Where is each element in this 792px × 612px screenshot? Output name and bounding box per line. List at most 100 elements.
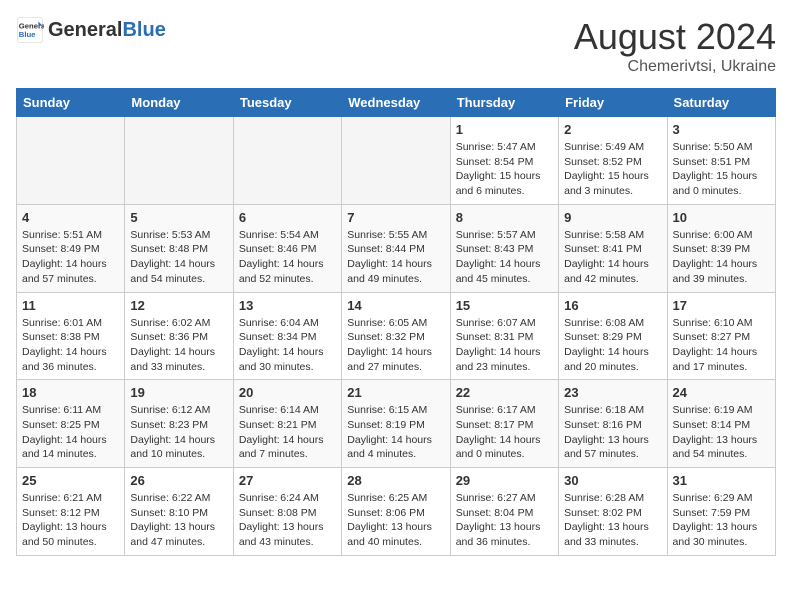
day-number: 2 [564, 122, 661, 137]
day-number: 26 [130, 473, 227, 488]
calendar-cell [17, 117, 125, 205]
weekday-header-monday: Monday [125, 89, 233, 117]
day-info: Sunrise: 6:27 AM Sunset: 8:04 PM Dayligh… [456, 491, 553, 550]
calendar-table: SundayMondayTuesdayWednesdayThursdayFrid… [16, 88, 776, 556]
calendar-cell: 18 Sunrise: 6:11 AM Sunset: 8:25 PM Dayli… [17, 380, 125, 468]
calendar-cell: 15 Sunrise: 6:07 AM Sunset: 8:31 PM Dayli… [450, 292, 558, 380]
weekday-header-row: SundayMondayTuesdayWednesdayThursdayFrid… [17, 89, 776, 117]
day-info: Sunrise: 6:02 AM Sunset: 8:36 PM Dayligh… [130, 316, 227, 375]
logo-icon: General Blue [16, 16, 44, 44]
weekday-header-tuesday: Tuesday [233, 89, 341, 117]
calendar-cell: 27 Sunrise: 6:24 AM Sunset: 8:08 PM Dayli… [233, 468, 341, 556]
location-subtitle: Chemerivtsi, Ukraine [574, 58, 776, 76]
weekday-header-wednesday: Wednesday [342, 89, 450, 117]
calendar-cell: 1Sunrise: 5:47 AM Sunset: 8:54 PM Daylig… [450, 117, 558, 205]
day-number: 6 [239, 210, 336, 225]
day-info: Sunrise: 6:00 AM Sunset: 8:39 PM Dayligh… [673, 228, 770, 287]
day-info: Sunrise: 6:22 AM Sunset: 8:10 PM Dayligh… [130, 491, 227, 550]
logo: General Blue GeneralBlue [16, 16, 166, 44]
calendar-cell: 8 Sunrise: 5:57 AM Sunset: 8:43 PM Daylig… [450, 204, 558, 292]
calendar-cell: 23 Sunrise: 6:18 AM Sunset: 8:16 PM Dayli… [559, 380, 667, 468]
day-number: 10 [673, 210, 770, 225]
day-info: Sunrise: 6:11 AM Sunset: 8:25 PM Dayligh… [22, 403, 119, 462]
calendar-cell [342, 117, 450, 205]
calendar-cell: 26 Sunrise: 6:22 AM Sunset: 8:10 PM Dayli… [125, 468, 233, 556]
title-block: August 2024 Chemerivtsi, Ukraine [574, 16, 776, 76]
day-number: 11 [22, 298, 119, 313]
calendar-cell: 24 Sunrise: 6:19 AM Sunset: 8:14 PM Dayli… [667, 380, 775, 468]
calendar-cell: 5Sunrise: 5:53 AM Sunset: 8:48 PM Daylig… [125, 204, 233, 292]
day-info: Sunrise: 6:01 AM Sunset: 8:38 PM Dayligh… [22, 316, 119, 375]
day-info: Sunrise: 5:54 AM Sunset: 8:46 PM Dayligh… [239, 228, 336, 287]
day-number: 14 [347, 298, 444, 313]
day-info: Sunrise: 6:10 AM Sunset: 8:27 PM Dayligh… [673, 316, 770, 375]
calendar-cell: 31Sunrise: 6:29 AM Sunset: 7:59 PM Dayli… [667, 468, 775, 556]
day-number: 9 [564, 210, 661, 225]
day-number: 5 [130, 210, 227, 225]
day-info: Sunrise: 6:07 AM Sunset: 8:31 PM Dayligh… [456, 316, 553, 375]
weekday-header-saturday: Saturday [667, 89, 775, 117]
calendar-cell: 19 Sunrise: 6:12 AM Sunset: 8:23 PM Dayli… [125, 380, 233, 468]
weekday-header-thursday: Thursday [450, 89, 558, 117]
day-number: 30 [564, 473, 661, 488]
day-number: 18 [22, 385, 119, 400]
day-info: Sunrise: 5:58 AM Sunset: 8:41 PM Dayligh… [564, 228, 661, 287]
day-info: Sunrise: 6:18 AM Sunset: 8:16 PM Dayligh… [564, 403, 661, 462]
week-row-5: 25 Sunrise: 6:21 AM Sunset: 8:12 PM Dayli… [17, 468, 776, 556]
page-header: General Blue GeneralBlue August 2024 Che… [16, 16, 776, 76]
calendar-cell: 7 Sunrise: 5:55 AM Sunset: 8:44 PM Daylig… [342, 204, 450, 292]
day-info: Sunrise: 5:55 AM Sunset: 8:44 PM Dayligh… [347, 228, 444, 287]
calendar-cell: 29Sunrise: 6:27 AM Sunset: 8:04 PM Dayli… [450, 468, 558, 556]
day-number: 12 [130, 298, 227, 313]
day-number: 19 [130, 385, 227, 400]
day-info: Sunrise: 6:17 AM Sunset: 8:17 PM Dayligh… [456, 403, 553, 462]
weekday-header-friday: Friday [559, 89, 667, 117]
logo-general: General [48, 19, 122, 41]
day-number: 27 [239, 473, 336, 488]
calendar-cell: 20Sunrise: 6:14 AM Sunset: 8:21 PM Dayli… [233, 380, 341, 468]
calendar-cell: 30 Sunrise: 6:28 AM Sunset: 8:02 PM Dayli… [559, 468, 667, 556]
day-info: Sunrise: 6:08 AM Sunset: 8:29 PM Dayligh… [564, 316, 661, 375]
week-row-3: 11 Sunrise: 6:01 AM Sunset: 8:38 PM Dayli… [17, 292, 776, 380]
calendar-cell: 4Sunrise: 5:51 AM Sunset: 8:49 PM Daylig… [17, 204, 125, 292]
day-info: Sunrise: 6:19 AM Sunset: 8:14 PM Dayligh… [673, 403, 770, 462]
day-number: 22 [456, 385, 553, 400]
day-info: Sunrise: 6:29 AM Sunset: 7:59 PM Dayligh… [673, 491, 770, 550]
svg-text:General: General [19, 22, 44, 31]
day-info: Sunrise: 5:57 AM Sunset: 8:43 PM Dayligh… [456, 228, 553, 287]
week-row-1: 1Sunrise: 5:47 AM Sunset: 8:54 PM Daylig… [17, 117, 776, 205]
day-info: Sunrise: 6:05 AM Sunset: 8:32 PM Dayligh… [347, 316, 444, 375]
day-info: Sunrise: 6:04 AM Sunset: 8:34 PM Dayligh… [239, 316, 336, 375]
calendar-cell: 25 Sunrise: 6:21 AM Sunset: 8:12 PM Dayli… [17, 468, 125, 556]
day-info: Sunrise: 6:25 AM Sunset: 8:06 PM Dayligh… [347, 491, 444, 550]
calendar-cell: 28Sunrise: 6:25 AM Sunset: 8:06 PM Dayli… [342, 468, 450, 556]
week-row-2: 4Sunrise: 5:51 AM Sunset: 8:49 PM Daylig… [17, 204, 776, 292]
day-number: 1 [456, 122, 553, 137]
day-number: 17 [673, 298, 770, 313]
calendar-cell [233, 117, 341, 205]
day-number: 4 [22, 210, 119, 225]
day-number: 15 [456, 298, 553, 313]
calendar-cell: 6 Sunrise: 5:54 AM Sunset: 8:46 PM Daylig… [233, 204, 341, 292]
day-info: Sunrise: 6:12 AM Sunset: 8:23 PM Dayligh… [130, 403, 227, 462]
day-number: 24 [673, 385, 770, 400]
calendar-cell: 3 Sunrise: 5:50 AM Sunset: 8:51 PM Daylig… [667, 117, 775, 205]
month-year-title: August 2024 [574, 16, 776, 58]
logo-blue: Blue [122, 19, 165, 41]
week-row-4: 18 Sunrise: 6:11 AM Sunset: 8:25 PM Dayli… [17, 380, 776, 468]
day-number: 25 [22, 473, 119, 488]
svg-text:Blue: Blue [19, 30, 36, 39]
day-info: Sunrise: 6:21 AM Sunset: 8:12 PM Dayligh… [22, 491, 119, 550]
day-info: Sunrise: 6:14 AM Sunset: 8:21 PM Dayligh… [239, 403, 336, 462]
day-number: 3 [673, 122, 770, 137]
calendar-cell: 10 Sunrise: 6:00 AM Sunset: 8:39 PM Dayli… [667, 204, 775, 292]
calendar-cell: 17 Sunrise: 6:10 AM Sunset: 8:27 PM Dayli… [667, 292, 775, 380]
day-number: 8 [456, 210, 553, 225]
day-info: Sunrise: 6:24 AM Sunset: 8:08 PM Dayligh… [239, 491, 336, 550]
day-info: Sunrise: 6:28 AM Sunset: 8:02 PM Dayligh… [564, 491, 661, 550]
day-number: 7 [347, 210, 444, 225]
calendar-cell: 21Sunrise: 6:15 AM Sunset: 8:19 PM Dayli… [342, 380, 450, 468]
day-info: Sunrise: 5:50 AM Sunset: 8:51 PM Dayligh… [673, 140, 770, 199]
day-number: 23 [564, 385, 661, 400]
calendar-cell: 11 Sunrise: 6:01 AM Sunset: 8:38 PM Dayli… [17, 292, 125, 380]
